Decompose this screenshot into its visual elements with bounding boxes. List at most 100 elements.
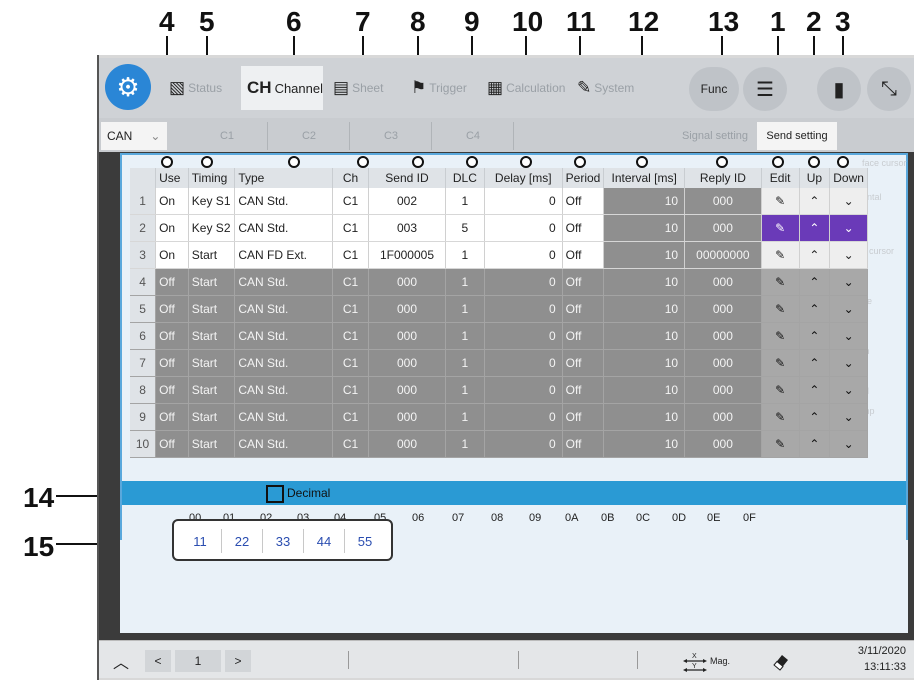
- callout-15: 15: [23, 531, 55, 562]
- table-row[interactable]: 5 Off Start CAN Std. C1 000 1 0 Off 10 000 ✎ ⌃ ⌄: [130, 295, 868, 323]
- table-row[interactable]: 6 Off Start CAN Std. C1 000 1 0 Off 10 000 ✎ ⌃ ⌄: [130, 322, 868, 350]
- channel-type-select[interactable]: CAN ⌄: [101, 122, 167, 150]
- chevron-up-icon[interactable]: ⌃: [799, 241, 831, 269]
- table-cell: CAN Std.: [234, 214, 334, 242]
- edit-icon[interactable]: ✎: [761, 214, 800, 242]
- table-cell: Start: [188, 430, 236, 458]
- table-cell: Off: [562, 241, 605, 269]
- table-cell: 1: [445, 241, 485, 269]
- chevron-up-icon[interactable]: ⌃: [799, 295, 831, 323]
- edit-icon[interactable]: ✎: [761, 295, 800, 323]
- file-icon[interactable]: ▮: [817, 67, 861, 111]
- gear-icon[interactable]: ⚙: [105, 64, 151, 110]
- table-cell: 10: [603, 241, 686, 269]
- tab-c1[interactable]: C1: [187, 122, 268, 150]
- chevron-up-icon[interactable]: ⌃: [799, 403, 831, 431]
- menu-icon[interactable]: ☰: [743, 67, 787, 111]
- chevron-up-icon[interactable]: ⌃: [799, 376, 831, 404]
- data-bytes-editor[interactable]: 11 22 33 44 55: [172, 519, 393, 561]
- chevron-up-icon[interactable]: ⌃: [799, 214, 831, 242]
- next-page-button[interactable]: >: [225, 650, 251, 672]
- table-cell: C1: [332, 349, 370, 377]
- chevron-up-icon[interactable]: ⌃: [799, 188, 831, 215]
- column-header: Up: [799, 168, 831, 188]
- edit-icon[interactable]: ✎: [761, 268, 800, 296]
- chevron-up-icon[interactable]: ⌃: [799, 268, 831, 296]
- chevron-up-icon[interactable]: ⌃: [799, 430, 831, 458]
- tab-calculation[interactable]: ▦ Calculation: [487, 66, 571, 110]
- table-cell: CAN FD Ext.: [234, 241, 334, 269]
- chevron-down-icon[interactable]: ⌄: [829, 214, 868, 242]
- edit-icon[interactable]: ✎: [761, 376, 800, 404]
- edit-icon[interactable]: ✎: [761, 241, 800, 269]
- chevron-down-icon[interactable]: ⌄: [829, 322, 868, 350]
- callout-13: 13: [708, 6, 740, 37]
- edit-icon[interactable]: ✎: [761, 430, 800, 458]
- table-cell: 000: [368, 403, 446, 431]
- prev-page-button[interactable]: <: [145, 650, 171, 672]
- chevron-up-icon[interactable]: ⌃: [799, 322, 831, 350]
- table-cell: 000: [684, 430, 762, 458]
- tab-status[interactable]: ▧ Status: [169, 66, 235, 110]
- callout-11: 11: [566, 6, 596, 37]
- table-row[interactable]: 1 On Key S1 CAN Std. C1 002 1 0 Off 10 000 ✎ ⌃ ⌄: [130, 188, 868, 215]
- tab-send-setting[interactable]: Send setting: [757, 122, 837, 150]
- chevron-down-icon[interactable]: ⌄: [829, 241, 868, 269]
- tab-c4[interactable]: C4: [433, 122, 514, 150]
- data-byte-cell[interactable]: 22: [221, 529, 262, 553]
- table-row[interactable]: 10 Off Start CAN Std. C1 000 1 0 Off 10 000 ✎ ⌃ ⌄: [130, 430, 868, 458]
- data-byte-cell[interactable]: 33: [262, 529, 303, 553]
- tab-channel[interactable]: CH Channel: [241, 66, 323, 110]
- table-cell: CAN Std.: [234, 430, 334, 458]
- chevron-down-icon[interactable]: ⌄: [829, 268, 868, 296]
- tab-sheet[interactable]: ▤ Sheet: [333, 66, 399, 110]
- table-cell: Start: [188, 403, 236, 431]
- collapse-icon[interactable]: ︿: [109, 650, 133, 672]
- table-cell: 000: [684, 188, 762, 215]
- sheet-icon: ▤: [333, 78, 350, 97]
- chevron-down-icon[interactable]: ⌄: [829, 188, 868, 215]
- table-cell: C1: [332, 241, 370, 269]
- table-cell: 000: [368, 322, 446, 350]
- expand-icon[interactable]: ⤡: [867, 67, 911, 111]
- table-row[interactable]: 2 On Key S2 CAN Std. C1 003 5 0 Off 10 000 ✎ ⌃ ⌄: [130, 214, 868, 242]
- table-row[interactable]: 8 Off Start CAN Std. C1 000 1 0 Off 10 000 ✎ ⌃ ⌄: [130, 376, 868, 404]
- edit-icon[interactable]: ✎: [761, 188, 800, 215]
- func-button[interactable]: Func: [689, 67, 739, 111]
- data-byte-cell[interactable]: 44: [303, 529, 344, 553]
- table-cell: 000: [368, 376, 446, 404]
- table-row[interactable]: 3 On Start CAN FD Ext. C1 1F000005 1 0 Off 10 0000…: [130, 241, 868, 269]
- table-cell: CAN Std.: [234, 268, 334, 296]
- edit-icon[interactable]: ✎: [761, 349, 800, 377]
- data-byte-cell[interactable]: 55: [344, 529, 385, 553]
- table-cell: C1: [332, 295, 370, 323]
- chevron-up-icon[interactable]: ⌃: [799, 349, 831, 377]
- chevron-down-icon[interactable]: ⌄: [829, 430, 868, 458]
- table-cell: Off: [562, 295, 605, 323]
- column-header: Reply ID: [684, 168, 762, 188]
- tab-c3[interactable]: C3: [351, 122, 432, 150]
- table-cell: 10: [603, 349, 686, 377]
- chevron-down-icon[interactable]: ⌄: [829, 403, 868, 431]
- mag-button[interactable]: X Y Mag.: [671, 650, 741, 672]
- tab-system[interactable]: ✎ System: [577, 66, 647, 110]
- tab-signal-setting[interactable]: Signal setting: [675, 122, 755, 150]
- edit-icon[interactable]: ✎: [761, 322, 800, 350]
- table-row[interactable]: 9 Off Start CAN Std. C1 000 1 0 Off 10 000 ✎ ⌃ ⌄: [130, 403, 868, 431]
- callout-1: 1: [770, 6, 786, 37]
- chevron-down-icon[interactable]: ⌄: [829, 295, 868, 323]
- edit-icon[interactable]: ✎: [761, 403, 800, 431]
- table-row[interactable]: 4 Off Start CAN Std. C1 000 1 0 Off 10 000 ✎ ⌃ ⌄: [130, 268, 868, 296]
- callout-3-dot: [837, 156, 849, 168]
- tab-c2[interactable]: C2: [269, 122, 350, 150]
- tab-trigger[interactable]: ⚑ Trigger: [411, 66, 483, 110]
- eraser-icon[interactable]: [769, 650, 793, 672]
- chevron-down-icon[interactable]: ⌄: [829, 349, 868, 377]
- table-row[interactable]: 7 Off Start CAN Std. C1 000 1 0 Off 10 000 ✎ ⌃ ⌄: [130, 349, 868, 377]
- hex-column-header: 0D: [672, 512, 687, 524]
- chevron-down-icon[interactable]: ⌄: [829, 376, 868, 404]
- decimal-checkbox[interactable]: [266, 485, 284, 503]
- table-cell: 10: [603, 268, 686, 296]
- table-cell: 10: [130, 430, 157, 458]
- data-byte-cell[interactable]: 11: [180, 529, 220, 553]
